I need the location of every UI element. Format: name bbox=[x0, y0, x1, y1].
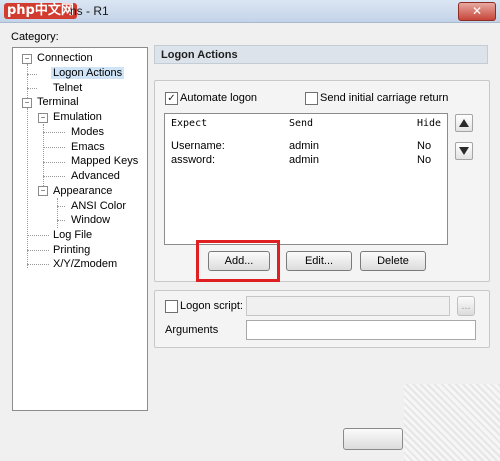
category-tree[interactable]: − − − − Connection Logon Actions Telnet … bbox=[12, 47, 148, 411]
tree-item-window[interactable]: Window bbox=[71, 213, 110, 227]
tree-collapse-icon[interactable]: − bbox=[22, 54, 32, 64]
tree-item-telnet[interactable]: Telnet bbox=[53, 81, 82, 95]
table-row[interactable]: Username: admin No bbox=[165, 139, 447, 153]
tree-collapse-icon[interactable]: − bbox=[22, 98, 32, 108]
highlight-annotation bbox=[196, 240, 280, 282]
ok-button[interactable] bbox=[343, 428, 403, 450]
window-title: ns - R1 bbox=[70, 4, 109, 18]
php-logo: php中文网 bbox=[4, 3, 77, 19]
tree-item-mapped-keys[interactable]: Mapped Keys bbox=[71, 154, 138, 168]
tree-item-advanced[interactable]: Advanced bbox=[71, 169, 120, 183]
list-header: Expect Send Hide bbox=[165, 114, 447, 134]
column-header-expect[interactable]: Expect bbox=[171, 118, 207, 129]
tree-item-ansi-color[interactable]: ANSI Color bbox=[71, 199, 126, 213]
tree-connector bbox=[57, 206, 65, 207]
tree-connector bbox=[43, 147, 65, 148]
tree-item-appearance[interactable]: Appearance bbox=[53, 184, 112, 198]
automate-logon-checkbox[interactable]: ✓ bbox=[165, 92, 178, 105]
title-bar: php中文网 ns - R1 ✕ bbox=[0, 0, 500, 23]
logon-script-input[interactable] bbox=[246, 296, 450, 316]
cell-expect: Username: bbox=[171, 140, 225, 152]
logon-script-browse-button[interactable]: ... bbox=[457, 296, 475, 316]
tree-connector bbox=[27, 88, 37, 89]
cell-hide: No bbox=[417, 140, 432, 152]
tree-item-connection[interactable]: Connection bbox=[37, 51, 93, 65]
tree-item-printing[interactable]: Printing bbox=[53, 243, 90, 257]
cell-send: admin bbox=[289, 140, 319, 152]
tree-item-emacs[interactable]: Emacs bbox=[71, 140, 105, 154]
arrow-down-icon bbox=[459, 147, 469, 155]
tree-item-xyzmodem[interactable]: X/Y/Zmodem bbox=[53, 257, 117, 271]
tree-connector bbox=[27, 264, 49, 265]
cell-expect: assword: bbox=[171, 154, 216, 166]
tree-connector bbox=[27, 74, 37, 75]
column-header-send[interactable]: Send bbox=[289, 118, 313, 129]
tree-connector bbox=[57, 220, 65, 221]
arguments-input[interactable] bbox=[246, 320, 476, 340]
watermark bbox=[404, 384, 500, 461]
column-header-hide[interactable]: Hide bbox=[417, 118, 441, 129]
tree-connector bbox=[43, 162, 65, 163]
window-close-button[interactable]: ✕ bbox=[458, 2, 496, 21]
move-down-button[interactable] bbox=[455, 142, 473, 160]
tree-connector bbox=[27, 250, 49, 251]
logon-script-label: Logon script: bbox=[180, 300, 243, 312]
tree-item-log-file[interactable]: Log File bbox=[53, 228, 92, 242]
send-cr-label: Send initial carriage return bbox=[320, 92, 449, 104]
tree-connector bbox=[43, 176, 65, 177]
logon-actions-list[interactable]: Expect Send Hide Username: admin No assw… bbox=[164, 113, 448, 245]
cell-hide: No bbox=[417, 154, 432, 166]
tree-collapse-icon[interactable]: − bbox=[38, 113, 48, 123]
automate-logon-label: Automate logon bbox=[180, 92, 258, 104]
logon-script-checkbox[interactable] bbox=[165, 300, 178, 313]
tree-item-logon-actions[interactable]: Logon Actions bbox=[51, 66, 125, 80]
tree-collapse-icon[interactable]: − bbox=[38, 186, 48, 196]
category-label: Category: bbox=[11, 31, 59, 43]
move-up-button[interactable] bbox=[455, 114, 473, 132]
tree-item-terminal[interactable]: Terminal bbox=[37, 95, 79, 109]
tree-connector bbox=[27, 108, 28, 268]
tree-connector bbox=[27, 235, 49, 236]
table-row[interactable]: assword: admin No bbox=[165, 153, 447, 167]
delete-button[interactable]: Delete bbox=[360, 251, 426, 271]
send-cr-checkbox[interactable] bbox=[305, 92, 318, 105]
tree-item-emulation[interactable]: Emulation bbox=[53, 110, 102, 124]
arrow-up-icon bbox=[459, 119, 469, 127]
tree-connector bbox=[43, 124, 44, 190]
tree-connector bbox=[43, 132, 65, 133]
section-header: Logon Actions bbox=[154, 45, 488, 64]
edit-button[interactable]: Edit... bbox=[286, 251, 352, 271]
arguments-label: Arguments bbox=[165, 324, 219, 336]
tree-item-modes[interactable]: Modes bbox=[71, 125, 104, 139]
tree-connector bbox=[57, 198, 58, 228]
cell-send: admin bbox=[289, 154, 319, 166]
